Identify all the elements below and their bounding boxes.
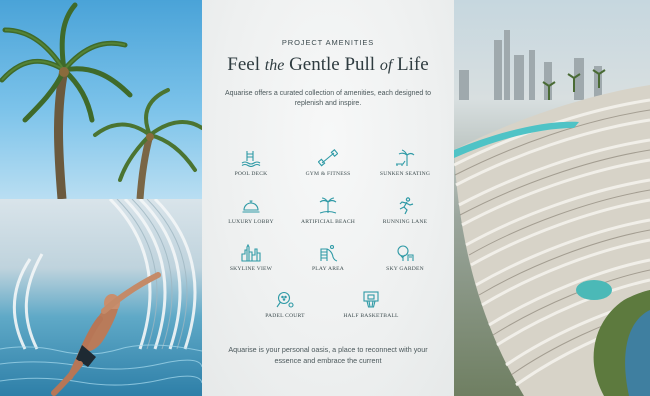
skyline-icon [241,244,261,262]
runner-icon [399,197,414,215]
amenity-label: PADEL COURT [265,313,305,319]
swimmer-photo [0,199,202,396]
swimmer-figure [51,272,161,396]
slide-icon [320,244,338,262]
tower-pool-photo [454,0,650,396]
section-eyebrow: PROJECT AMENITIES [281,38,375,47]
amenity-label: POOL DECK [234,171,268,177]
palm-lounger-icon [396,149,415,166]
amenity-label: PLAY AREA [311,266,344,272]
headline-part: Gentle Pull [284,54,380,75]
amenity-sky-garden: SKY GARDEN [365,244,445,272]
amenity-label: GYM & FITNESS [305,171,351,177]
headline-part: Feel [227,54,265,75]
headline-part: Life [392,54,429,75]
outro-text: Aquarise is your personal oasis, a place… [228,345,428,365]
palm-umbrella-icon [319,197,337,214]
amenity-half-basketball: HALF BASKETBALL [331,291,411,319]
headline: Feel the Gentle Pull of Life [202,54,454,76]
amenity-label: LUXURY LOBBY [228,219,274,225]
pool-ladder-icon [241,151,261,167]
amenity-label: RUNNING LANE [382,219,428,225]
amenity-play-area: PLAY AREA [288,244,368,272]
intro-text: Aquarise offers a curated collection of … [224,90,432,107]
amenity-label: HALF BASKETBALL [343,313,399,319]
amenity-luxury-lobby: LUXURY LOBBY [211,197,291,225]
headline-italic: the [264,57,285,74]
amenity-pool-deck: POOL DECK [211,149,291,177]
service-bell-icon [242,200,260,213]
amenity-sunken-seating: SUNKEN SEATING [365,149,445,177]
amenity-label: SKYLINE VIEW [229,266,273,272]
padel-racket-icon [276,291,294,308]
amenities-panel: PROJECT AMENITIES Feel the Gentle Pull o… [202,0,454,396]
amenity-padel-court: PADEL COURT [245,291,325,319]
palm-trees-photo [0,0,202,199]
palm-trees-illustration [0,2,202,199]
amenity-skyline-view: SKYLINE VIEW [211,244,291,272]
basketball-hoop-icon [363,291,379,308]
headline-italic: of [379,57,393,74]
dumbbell-icon [318,149,338,167]
amenity-label: SUNKEN SEATING [379,171,431,177]
tree-icon [397,245,414,261]
swimmer-illustration [0,199,202,396]
amenity-gym-fitness: GYM & FITNESS [288,149,368,177]
amenity-label: ARTIFICIAL BEACH [300,219,356,225]
amenity-running-lane: RUNNING LANE [365,197,445,225]
tower-illustration [454,30,650,396]
amenity-artificial-beach: ARTIFICIAL BEACH [288,197,368,225]
amenity-label: SKY GARDEN [386,266,424,272]
